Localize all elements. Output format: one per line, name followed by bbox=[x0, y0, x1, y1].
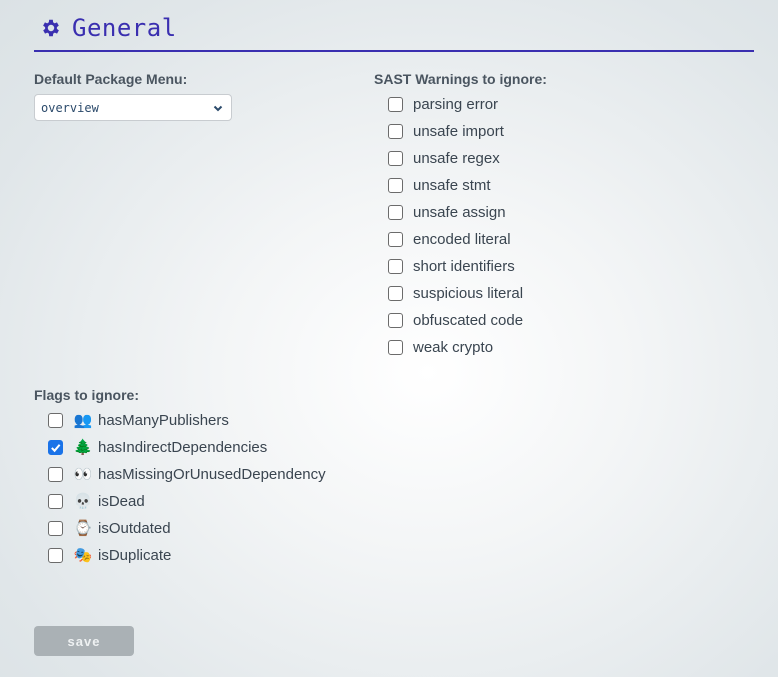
option-label: obfuscated code bbox=[413, 311, 524, 329]
sast-option[interactable]: unsafe assign bbox=[388, 202, 506, 222]
sast-option[interactable]: parsing error bbox=[388, 94, 498, 114]
checkbox[interactable] bbox=[388, 231, 403, 247]
option-label: unsafe stmt bbox=[413, 176, 491, 194]
sast-label: SAST Warnings to ignore: bbox=[374, 71, 547, 87]
option-label: isOutdated bbox=[98, 519, 171, 537]
save-button[interactable]: save bbox=[34, 626, 134, 656]
option-label: short identifiers bbox=[413, 257, 515, 275]
section-header: General bbox=[40, 14, 177, 42]
checkbox[interactable] bbox=[388, 123, 403, 139]
flag-option[interactable]: 🌲 hasIndirectDependencies bbox=[48, 437, 267, 457]
sast-option[interactable]: unsafe regex bbox=[388, 148, 500, 168]
checkbox[interactable] bbox=[388, 258, 403, 274]
checkbox[interactable] bbox=[388, 150, 403, 166]
sast-option[interactable]: unsafe stmt bbox=[388, 175, 491, 195]
sast-option[interactable]: obfuscated code bbox=[388, 310, 523, 330]
checkbox[interactable] bbox=[48, 520, 63, 536]
flag-emoji-icon: 🌲 bbox=[73, 439, 93, 456]
option-label: hasManyPublishers bbox=[98, 411, 229, 429]
flag-emoji-icon: 👥 bbox=[73, 412, 93, 429]
option-label: weak crypto bbox=[413, 338, 494, 356]
option-label: encoded literal bbox=[413, 230, 511, 248]
checkbox[interactable] bbox=[48, 439, 63, 455]
sast-option[interactable]: weak crypto bbox=[388, 337, 493, 357]
package-menu-value: overview bbox=[41, 100, 99, 115]
option-label: hasIndirectDependencies bbox=[98, 438, 268, 456]
header-divider bbox=[34, 50, 754, 52]
page-title: General bbox=[72, 14, 177, 42]
option-label: unsafe regex bbox=[413, 149, 500, 167]
option-label: parsing error bbox=[413, 95, 499, 113]
flag-option[interactable]: 👥 hasManyPublishers bbox=[48, 410, 229, 430]
option-label: suspicious literal bbox=[413, 284, 524, 302]
flag-emoji-icon: ⌚ bbox=[73, 520, 93, 537]
flag-option[interactable]: ⌚ isOutdated bbox=[48, 518, 171, 538]
checkbox[interactable] bbox=[388, 204, 403, 220]
chevron-down-icon bbox=[213, 105, 223, 111]
gear-icon bbox=[43, 19, 59, 37]
sast-option[interactable]: short identifiers bbox=[388, 256, 515, 276]
checkbox[interactable] bbox=[48, 547, 63, 563]
package-menu-label: Default Package Menu: bbox=[34, 71, 188, 87]
sast-option[interactable]: encoded literal bbox=[388, 229, 511, 249]
flag-option[interactable]: 🎭 isDuplicate bbox=[48, 545, 171, 565]
flags-label: Flags to ignore: bbox=[34, 387, 139, 403]
flag-emoji-icon: 👀 bbox=[73, 466, 93, 483]
package-menu-select[interactable]: overview bbox=[34, 94, 232, 121]
checkbox[interactable] bbox=[48, 412, 63, 428]
flag-emoji-icon: 🎭 bbox=[73, 547, 93, 564]
checkbox[interactable] bbox=[388, 177, 403, 193]
flag-option[interactable]: 👀 hasMissingOrUnusedDependency bbox=[48, 464, 326, 484]
option-label: hasMissingOrUnusedDependency bbox=[98, 465, 326, 483]
sast-option[interactable]: unsafe import bbox=[388, 121, 504, 141]
option-label: unsafe assign bbox=[413, 203, 506, 221]
checkbox[interactable] bbox=[48, 493, 63, 509]
option-label: isDead bbox=[98, 492, 145, 510]
flag-emoji-icon: 💀 bbox=[73, 493, 93, 510]
checkbox[interactable] bbox=[388, 312, 403, 328]
checkbox[interactable] bbox=[388, 96, 403, 112]
flag-option[interactable]: 💀 isDead bbox=[48, 491, 145, 511]
option-label: isDuplicate bbox=[98, 546, 172, 564]
option-label: unsafe import bbox=[413, 122, 504, 140]
checkbox[interactable] bbox=[48, 466, 63, 482]
sast-option[interactable]: suspicious literal bbox=[388, 283, 523, 303]
checkbox[interactable] bbox=[388, 285, 403, 301]
checkbox[interactable] bbox=[388, 339, 403, 355]
